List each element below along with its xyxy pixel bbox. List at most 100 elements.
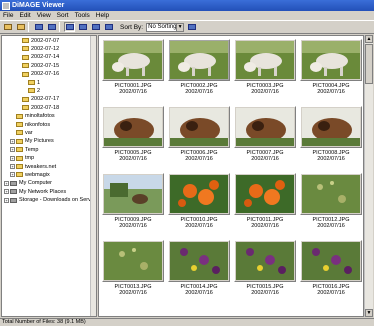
tree-item[interactable]: 2 — [28, 87, 40, 94]
thumbnail-item[interactable]: PICT0006.JPG 2002/07/16 — [166, 104, 232, 165]
save-button[interactable] — [46, 22, 57, 32]
view-thumbnails-button[interactable] — [64, 22, 75, 32]
tree-item[interactable]: 2002-07-16 — [22, 71, 59, 78]
tree-item[interactable]: minoltafotos — [16, 113, 55, 120]
tree-item[interactable]: nikonfotos — [16, 121, 50, 128]
menu-tools[interactable]: Tools — [72, 12, 93, 19]
menu-view[interactable]: View — [34, 12, 54, 19]
view-details-button[interactable] — [90, 22, 101, 32]
expand-icon[interactable]: + — [10, 164, 15, 169]
chevron-down-icon[interactable]: ▼ — [176, 23, 184, 31]
computer-icon — [10, 189, 17, 195]
expand-icon[interactable]: + — [4, 180, 9, 186]
thumbnail-frame[interactable] — [168, 173, 230, 215]
tree-item[interactable]: + Storage - Downloads on Serve — [4, 197, 94, 204]
file-date: 2002/07/16 — [185, 223, 213, 229]
thumbnail-item[interactable]: PICT0014.JPG 2002/07/16 — [166, 238, 232, 299]
thumbnail-item[interactable]: PICT0011.JPG 2002/07/16 — [232, 171, 298, 232]
thumbnail-frame[interactable] — [102, 106, 164, 148]
thumbnail-item[interactable]: PICT0013.JPG 2002/07/16 — [100, 238, 166, 299]
menu-sort[interactable]: Sort — [54, 12, 72, 19]
folder-tree[interactable]: 2002-07-07 2002-07-12 2002-07-14 2002-07-15… — [1, 35, 97, 317]
expand-icon[interactable]: + — [4, 189, 9, 195]
thumbnail-item[interactable]: PICT0005.JPG 2002/07/16 — [100, 104, 166, 165]
expand-icon[interactable]: + — [4, 197, 9, 203]
expand-icon[interactable]: + — [10, 172, 15, 178]
menu-edit[interactable]: Edit — [16, 12, 33, 19]
sort-order-button[interactable] — [186, 22, 198, 32]
expand-icon[interactable]: + — [10, 147, 15, 153]
tree-item[interactable]: + tweakers.net — [10, 163, 56, 170]
new-folder-button[interactable] — [15, 22, 26, 32]
scroll-thumb[interactable] — [365, 44, 373, 84]
file-date: 2002/07/16 — [119, 223, 147, 229]
tree-item[interactable]: + My Pictures — [10, 138, 54, 145]
expand-icon[interactable]: + — [10, 155, 15, 161]
thumbnail-item[interactable]: PICT0015.JPG 2002/07/16 — [232, 238, 298, 299]
thumbnail-item[interactable]: PICT0004.JPG 2002/07/16 — [298, 37, 363, 98]
tree-item[interactable]: + Temp — [10, 146, 38, 153]
view-list-button[interactable] — [103, 22, 114, 32]
tree-item[interactable]: + webmagix — [10, 171, 50, 178]
menu-help[interactable]: Help — [93, 12, 112, 19]
tree-item[interactable]: + My Computer — [4, 180, 52, 187]
file-date: 2002/07/16 — [185, 156, 213, 162]
thumbnail-item[interactable]: PICT0002.JPG 2002/07/16 — [166, 37, 232, 98]
thumbnail-item[interactable]: PICT0009.JPG 2002/07/16 — [100, 171, 166, 232]
photo-thumbnail — [302, 108, 360, 146]
thumbnail-frame[interactable] — [300, 173, 362, 215]
tree-item[interactable]: 2002-07-12 — [22, 45, 59, 52]
thumbnail-frame[interactable] — [102, 240, 164, 282]
tree-item[interactable]: 2002-07-17 — [22, 96, 59, 103]
thumbnail-item[interactable]: PICT0010.JPG 2002/07/16 — [166, 171, 232, 232]
title-bar: DiMAGE Viewer — [0, 0, 374, 11]
file-date: 2002/07/16 — [251, 290, 279, 296]
scroll-down-button[interactable]: ▼ — [365, 309, 373, 317]
tree-item[interactable]: 2002-07-14 — [22, 54, 59, 61]
tree-item[interactable]: 2002-07-07 — [22, 37, 59, 44]
view-large-button[interactable] — [77, 22, 88, 32]
camera-button[interactable] — [33, 22, 44, 32]
tree-item-label: tweakers.net — [25, 163, 57, 170]
folder-icon — [22, 63, 29, 69]
thumbnail-frame[interactable] — [102, 39, 164, 81]
thumbnail-frame[interactable] — [234, 39, 296, 81]
tree-item[interactable]: 2002-07-18 — [22, 104, 59, 111]
tree-item-label: tmp — [25, 155, 35, 162]
thumbnail-item[interactable]: PICT0007.JPG 2002/07/16 — [232, 104, 298, 165]
thumbnail-item[interactable]: PICT0012.JPG 2002/07/16 — [298, 171, 363, 232]
tree-item[interactable]: + My Network Places — [4, 188, 66, 195]
photo-thumbnail — [170, 108, 228, 146]
thumbnail-frame[interactable] — [168, 240, 230, 282]
thumbnail-frame[interactable] — [300, 106, 362, 148]
tree-scrollbar[interactable] — [90, 36, 96, 316]
menu-file[interactable]: File — [0, 12, 16, 19]
tree-item[interactable]: 1 — [28, 79, 40, 86]
photo-thumbnail — [236, 41, 294, 79]
scroll-up-button[interactable]: ▲ — [365, 35, 373, 43]
tree-item[interactable]: var — [16, 129, 33, 136]
thumbnail-frame[interactable] — [168, 106, 230, 148]
sort-dropdown[interactable]: No Sorting ▼ — [146, 22, 185, 32]
thumbnail-frame[interactable] — [300, 39, 362, 81]
thumbnail-frame[interactable] — [234, 106, 296, 148]
folder-icon — [16, 164, 23, 169]
thumbnail-frame[interactable] — [102, 173, 164, 215]
open-folder-button[interactable] — [2, 22, 13, 32]
sort-value: No Sorting — [148, 24, 177, 30]
tree-item[interactable]: 2002-07-15 — [22, 62, 59, 69]
thumbnail-frame[interactable] — [168, 39, 230, 81]
thumbnail-item[interactable]: PICT0016.JPG 2002/07/16 — [298, 238, 363, 299]
thumbnail-frame[interactable] — [300, 240, 362, 282]
thumbnail-frame[interactable] — [234, 173, 296, 215]
thumbnail-frame[interactable] — [234, 240, 296, 282]
thumbnail-item[interactable]: PICT0001.JPG 2002/07/16 — [100, 37, 166, 98]
thumbnail-item[interactable]: PICT0008.JPG 2002/07/16 — [298, 104, 363, 165]
thumbnail-scrollbar[interactable]: ▲ ▼ — [364, 35, 373, 317]
thumbnail-item[interactable]: PICT0003.JPG 2002/07/16 — [232, 37, 298, 98]
menu-bar: File Edit View Sort Tools Help — [0, 11, 374, 20]
expand-icon[interactable]: + — [10, 138, 15, 144]
photo-thumbnail — [170, 175, 228, 213]
tree-item-label: minoltafotos — [25, 113, 55, 120]
tree-item[interactable]: + tmp — [10, 155, 34, 162]
